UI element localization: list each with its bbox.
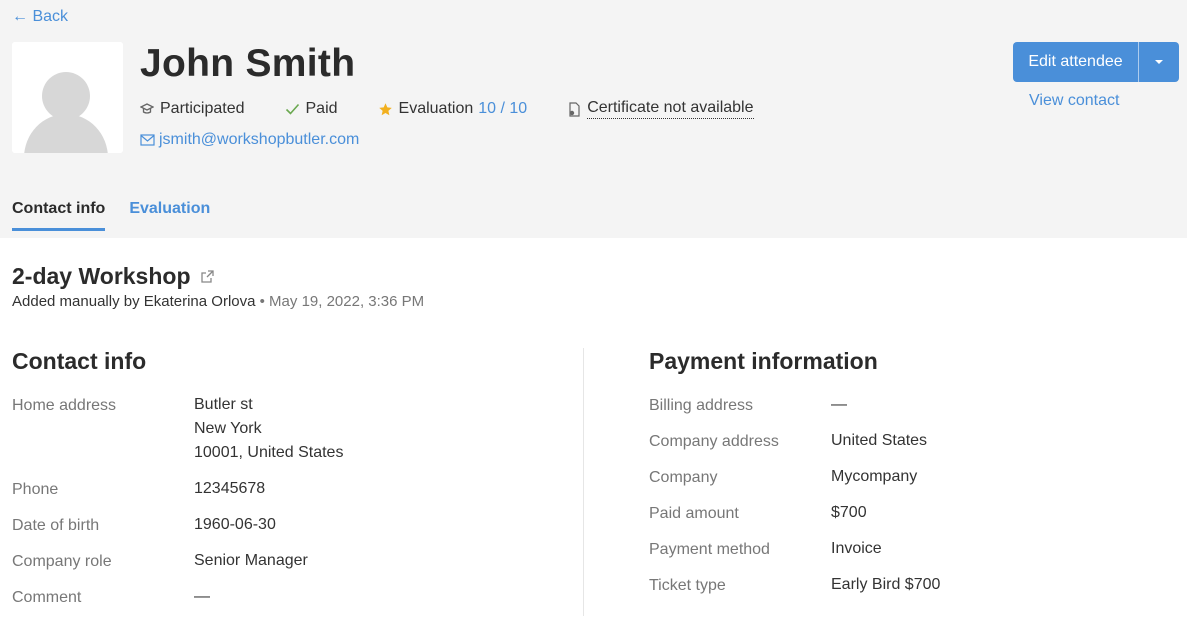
phone-label: Phone (12, 481, 59, 498)
tab-bar: Contact info Evaluation (12, 200, 234, 231)
participated-status: Participated (140, 100, 245, 118)
billing-address-value: — (831, 396, 847, 413)
certificate-label[interactable]: Certificate not available (587, 99, 754, 119)
event-title-text[interactable]: 2-day Workshop (12, 263, 191, 290)
payment-method-label: Payment method (649, 541, 770, 558)
address-line: 10001, United States (194, 444, 344, 461)
date-of-birth-label: Date of birth (12, 517, 100, 534)
evaluation-status: Evaluation 10 / 10 (378, 100, 527, 118)
comment-label: Comment (12, 589, 82, 606)
company-role-label: Company role (12, 553, 112, 570)
check-icon (285, 102, 300, 116)
tab-contact-info[interactable]: Contact info (12, 200, 106, 231)
address-line: New York (194, 420, 262, 437)
external-link-icon[interactable] (200, 269, 215, 284)
company-label: Company (649, 469, 718, 486)
certificate-status: Certificate not available (567, 99, 754, 119)
certificate-icon (567, 101, 581, 117)
paid-amount-label: Paid amount (649, 505, 739, 522)
attendee-name: John Smith (140, 42, 356, 85)
avatar-placeholder-icon (12, 42, 123, 153)
address-line: Butler st (194, 396, 253, 413)
view-contact-link[interactable]: View contact (1029, 92, 1119, 110)
ticket-type-label: Ticket type (649, 577, 726, 594)
company-role-value: Senior Manager (194, 552, 308, 569)
avatar (12, 42, 123, 153)
company-address-value: United States (831, 432, 928, 449)
attendee-header: ← Back John Smith Participated Paid Eval… (0, 0, 1187, 238)
paid-status: Paid (285, 100, 338, 118)
star-icon (378, 102, 393, 117)
home-address-label: Home address (12, 397, 117, 414)
evaluation-label: Evaluation (398, 100, 474, 117)
payment-info-title: Payment information (649, 348, 878, 374)
back-link[interactable]: ← Back (12, 8, 68, 26)
email-link[interactable]: jsmith@workshopbutler.com (159, 131, 359, 149)
added-date: • May 19, 2022, 3:36 PM (259, 293, 425, 310)
section-divider (583, 348, 584, 616)
graduation-cap-icon (140, 102, 154, 116)
caret-down-icon (1155, 60, 1163, 64)
attendee-email[interactable]: jsmith@workshopbutler.com (140, 131, 359, 149)
envelope-icon (140, 134, 155, 146)
evaluation-score[interactable]: 10 / 10 (478, 100, 527, 118)
attendee-status-row: Participated Paid Evaluation 10 / 10 Cer… (140, 98, 794, 120)
ticket-type-value: Early Bird $700 (831, 576, 941, 593)
company-value: Mycompany (831, 468, 918, 485)
participated-label: Participated (160, 100, 245, 117)
paid-label: Paid (305, 100, 338, 117)
comment-value: — (194, 588, 210, 605)
added-by: Added manually by Ekaterina Orlova (12, 293, 256, 310)
paid-amount-value: $700 (831, 504, 867, 521)
tab-evaluation[interactable]: Evaluation (129, 200, 210, 231)
company-address-label: Company address (649, 433, 779, 450)
event-title: 2-day Workshop (12, 263, 215, 290)
edit-attendee-button[interactable]: Edit attendee (1013, 42, 1139, 82)
payment-method-value: Invoice (831, 540, 882, 557)
contact-info-title: Contact info (12, 348, 147, 374)
home-address-value: Butler st New York 10001, United States (194, 393, 343, 465)
edit-menu-toggle[interactable] (1139, 42, 1179, 82)
date-of-birth-value: 1960-06-30 (194, 516, 276, 533)
billing-address-label: Billing address (649, 397, 754, 414)
phone-value: 12345678 (194, 480, 266, 497)
added-info: Added manually by Ekaterina Orlova • May… (12, 293, 424, 310)
edit-attendee-button-group: Edit attendee (1013, 42, 1179, 82)
